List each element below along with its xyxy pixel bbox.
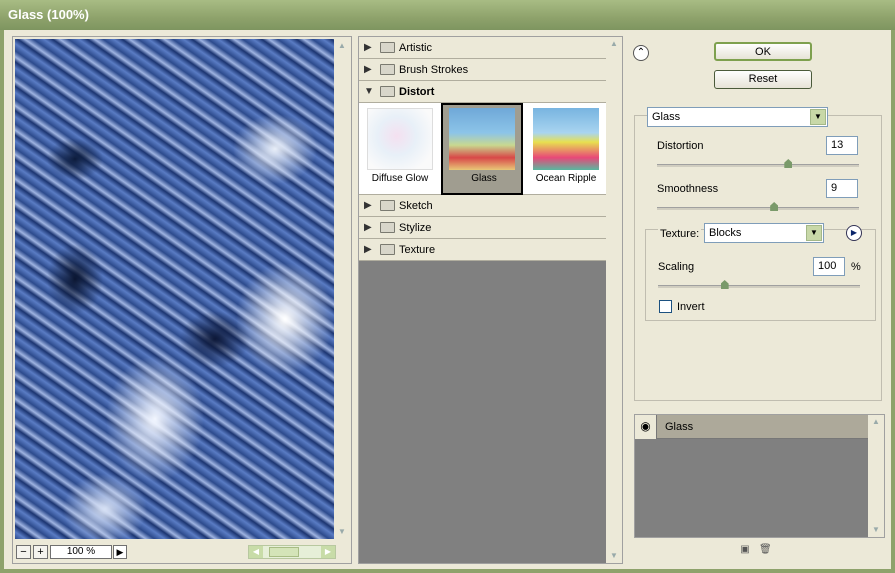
category-distort[interactable]: ▼ Distort — [359, 81, 607, 103]
filter-thumb-ocean-ripple[interactable]: Ocean Ripple — [525, 103, 607, 195]
category-sketch[interactable]: ▶ Sketch — [359, 195, 607, 217]
texture-select-value: Blocks — [709, 227, 742, 239]
chevron-down-icon[interactable]: ▼ — [810, 109, 826, 125]
scroll-up-icon[interactable]: ▲ — [869, 415, 883, 429]
thumbnail-image — [533, 108, 599, 170]
slider-knob[interactable] — [770, 202, 779, 211]
thumbnail-image — [449, 108, 515, 170]
effect-layers-panel: ◉ Glass ▲ ▼ — [634, 414, 885, 538]
scaling-field[interactable]: 100 — [813, 257, 845, 276]
category-label: Texture — [399, 244, 436, 256]
filter-list: ▶ Artistic ▶ Brush Strokes ▼ Distort Dif… — [358, 36, 623, 564]
folder-icon — [380, 200, 395, 211]
category-brush-strokes[interactable]: ▶ Brush Strokes — [359, 59, 607, 81]
filter-gallery-window: Glass (100%) ▲ ▼ − + 100 % ▶ ◀ ▶ ▶ Artis… — [0, 0, 895, 573]
filter-thumb-diffuse-glow[interactable]: Diffuse Glow — [359, 103, 441, 195]
preview-zoom-bar: − + 100 % ▶ ◀ ▶ — [15, 543, 349, 561]
thumbnail-label: Glass — [471, 173, 497, 184]
folder-icon — [380, 42, 395, 53]
texture-select[interactable]: Blocks ▼ — [704, 223, 824, 243]
texture-label: Texture: — [658, 228, 702, 240]
reset-button[interactable]: Reset — [714, 70, 812, 89]
preview-vertical-scrollbar[interactable]: ▲ ▼ — [335, 39, 349, 539]
scaling-slider[interactable] — [658, 280, 860, 289]
expand-arrow-icon[interactable]: ▶ — [364, 42, 372, 53]
preview-pane: ▲ ▼ − + 100 % ▶ ◀ ▶ — [12, 36, 352, 564]
category-label: Brush Strokes — [399, 64, 469, 76]
smoothness-slider[interactable] — [657, 202, 859, 211]
expand-arrow-icon[interactable]: ▶ — [364, 64, 372, 75]
invert-checkbox[interactable] — [659, 300, 672, 313]
expand-arrow-icon[interactable]: ▶ — [364, 200, 372, 211]
scroll-down-icon[interactable]: ▼ — [335, 525, 349, 539]
smoothness-label: Smoothness — [657, 183, 719, 195]
zoom-menu-button[interactable]: ▶ — [113, 545, 127, 559]
distortion-label: Distortion — [657, 140, 704, 152]
scroll-right-icon[interactable]: ▶ — [321, 546, 335, 558]
chevron-down-icon[interactable]: ▼ — [806, 225, 822, 241]
zoom-in-button[interactable]: + — [33, 545, 48, 559]
trash-icon[interactable]: 🗑 — [759, 544, 772, 556]
effect-layer-label: Glass — [665, 421, 694, 433]
expand-arrow-icon[interactable]: ▶ — [364, 244, 372, 255]
folder-icon — [380, 64, 395, 75]
category-label: Artistic — [399, 42, 432, 54]
zoom-level: 100 % — [50, 545, 112, 559]
filter-list-scrollbar[interactable]: ▲ ▼ — [606, 37, 622, 563]
distort-thumbnails: Diffuse Glow Glass Ocean Ripple — [359, 103, 607, 195]
slider-knob[interactable] — [720, 280, 729, 289]
thumbnail-image — [367, 108, 433, 170]
scaling-label: Scaling — [658, 261, 695, 273]
scaling-unit: % — [851, 261, 861, 273]
window-title: Glass (100%) — [0, 0, 895, 30]
preview-image[interactable] — [15, 39, 334, 539]
scroll-down-icon[interactable]: ▼ — [869, 523, 883, 537]
layer-actions: ▣ 🗑 — [739, 544, 779, 558]
folder-icon — [380, 222, 395, 233]
filter-select[interactable]: Glass ▼ — [647, 107, 828, 127]
category-artistic[interactable]: ▶ Artistic — [359, 37, 607, 59]
thumbnail-label: Ocean Ripple — [535, 173, 597, 184]
new-effect-layer-icon[interactable]: ▣ — [739, 544, 751, 556]
expand-arrow-icon[interactable]: ▶ — [364, 222, 372, 233]
collapse-arrow-icon[interactable]: ▼ — [364, 86, 374, 97]
smoothness-field[interactable]: 9 — [826, 179, 858, 198]
scroll-left-icon[interactable]: ◀ — [249, 546, 263, 558]
collapse-gallery-icon[interactable]: ⌃ — [633, 45, 649, 61]
category-label: Sketch — [399, 200, 433, 212]
open-folder-icon — [380, 86, 395, 97]
effect-layer-row[interactable]: ◉ Glass — [635, 415, 868, 439]
eye-icon[interactable]: ◉ — [635, 415, 657, 439]
scroll-up-icon[interactable]: ▲ — [335, 39, 349, 53]
layers-scrollbar[interactable]: ▲ ▼ — [868, 415, 884, 537]
category-label: Distort — [399, 86, 435, 98]
filter-select-value: Glass — [652, 111, 681, 123]
scroll-thumb[interactable] — [269, 547, 299, 557]
zoom-out-button[interactable]: − — [16, 545, 31, 559]
scroll-down-icon[interactable]: ▼ — [607, 549, 621, 563]
distortion-slider[interactable] — [657, 159, 859, 168]
filter-settings-panel: Glass ▼ Distortion 13 Smoothness 9 Textu… — [634, 107, 882, 401]
thumbnail-label: Diffuse Glow — [371, 173, 429, 184]
distortion-field[interactable]: 13 — [826, 136, 858, 155]
filter-thumb-glass[interactable]: Glass — [441, 103, 523, 195]
category-stylize[interactable]: ▶ Stylize — [359, 217, 607, 239]
slider-knob[interactable] — [784, 159, 793, 168]
category-label: Stylize — [399, 222, 432, 234]
preview-horizontal-scrollbar[interactable]: ◀ ▶ — [248, 545, 336, 559]
invert-label: Invert — [677, 301, 705, 313]
scroll-up-icon[interactable]: ▲ — [607, 37, 621, 51]
texture-group: Texture: Blocks ▼ ▶ Scaling 100 % Invert — [645, 223, 876, 321]
ok-button[interactable]: OK — [714, 42, 812, 61]
folder-icon — [380, 244, 395, 255]
category-texture[interactable]: ▶ Texture — [359, 239, 607, 261]
texture-menu-icon[interactable]: ▶ — [846, 225, 862, 241]
